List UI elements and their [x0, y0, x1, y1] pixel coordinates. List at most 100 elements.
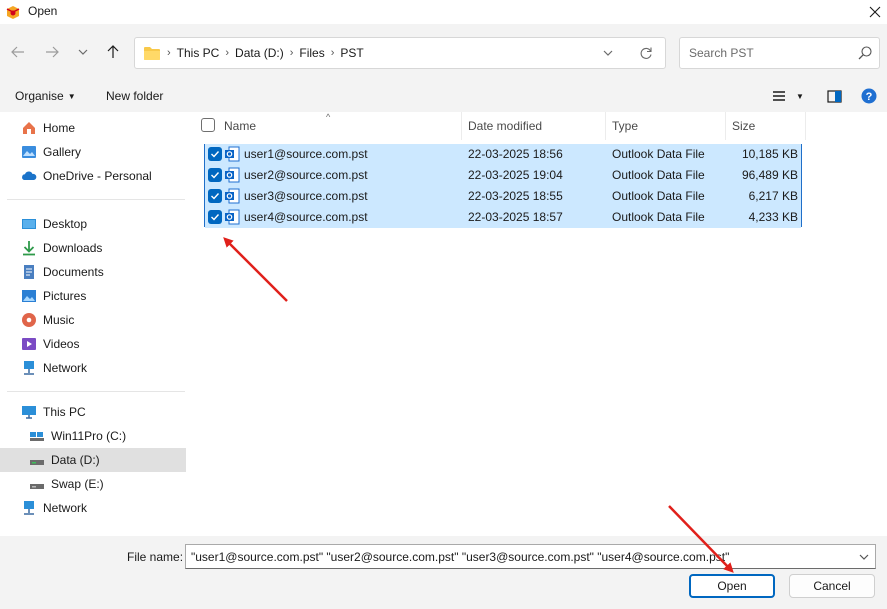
- sidebar-item-network[interactable]: Network: [21, 496, 207, 520]
- checkmark-icon: [211, 214, 220, 221]
- refresh-button[interactable]: [637, 44, 655, 62]
- outlook-file-icon: [225, 188, 240, 204]
- breadcrumb-files[interactable]: Files: [299, 46, 324, 60]
- file-row[interactable]: user1@source.com.pst 22-03-2025 18:56 Ou…: [205, 144, 801, 165]
- column-header-date[interactable]: Date modified: [468, 112, 542, 140]
- column-divider[interactable]: [605, 112, 606, 140]
- view-dropdown-button[interactable]: ▼: [791, 87, 809, 105]
- sidebar-item-pictures[interactable]: Pictures: [21, 284, 207, 308]
- open-button[interactable]: Open: [689, 574, 775, 598]
- close-button[interactable]: [863, 0, 887, 24]
- address-bar[interactable]: › This PC › Data (D:) › Files › PST: [134, 37, 666, 69]
- breadcrumb-this-pc[interactable]: This PC: [177, 46, 220, 60]
- chevron-right-icon: ›: [330, 47, 335, 59]
- select-all-checkbox[interactable]: [201, 118, 215, 132]
- drive-icon: [29, 476, 45, 492]
- gallery-icon: [21, 144, 37, 160]
- sidebar-item-videos[interactable]: Videos: [21, 332, 207, 356]
- filename-input[interactable]: [188, 547, 848, 567]
- file-date: 22-03-2025 19:04: [468, 168, 563, 182]
- sidebar-item-this-pc[interactable]: This PC: [21, 400, 207, 424]
- row-checkbox[interactable]: [208, 147, 222, 161]
- home-icon: [21, 120, 37, 136]
- checkmark-icon: [211, 193, 220, 200]
- new-folder-button[interactable]: New folder: [106, 89, 163, 103]
- network-icon: [21, 360, 37, 376]
- sidebar-divider: [7, 391, 185, 392]
- sidebar-item-win11pro[interactable]: Win11Pro (C:): [29, 424, 186, 448]
- forward-button[interactable]: [40, 40, 64, 64]
- chevron-right-icon: ›: [167, 47, 171, 59]
- file-size: 4,233 KB: [748, 210, 798, 224]
- sidebar-item-onedrive[interactable]: OneDrive - Personal: [21, 164, 207, 188]
- search-box[interactable]: [679, 37, 880, 69]
- close-icon: [869, 6, 881, 18]
- music-icon: [21, 312, 37, 328]
- recent-locations-button[interactable]: [71, 40, 95, 64]
- file-size: 10,185 KB: [741, 147, 798, 161]
- row-checkbox[interactable]: [208, 168, 222, 182]
- outlook-file-icon: [225, 167, 240, 183]
- documents-icon: [21, 264, 37, 280]
- desktop-icon: [21, 216, 37, 232]
- address-history-button[interactable]: [599, 44, 617, 62]
- back-button[interactable]: [6, 40, 30, 64]
- navigation-pane: Home Gallery OneDrive - Personal Desktop…: [0, 112, 200, 536]
- search-input[interactable]: [681, 39, 851, 67]
- cancel-button[interactable]: Cancel: [789, 574, 875, 598]
- row-checkbox[interactable]: [208, 210, 222, 224]
- column-size-label: Size: [732, 119, 756, 133]
- file-date: 22-03-2025 18:55: [468, 189, 563, 203]
- column-divider[interactable]: [461, 112, 462, 140]
- help-button[interactable]: ?: [860, 87, 878, 105]
- column-date-label: Date modified: [468, 119, 543, 133]
- chevron-down-icon: [78, 49, 88, 55]
- sidebar-item-label: Gallery: [43, 145, 82, 159]
- sidebar-item-network-pinned[interactable]: Network: [21, 356, 207, 380]
- file-name: user3@source.com.pst: [244, 189, 368, 203]
- file-list: ^ Name Date modified Type Size user1@sou…: [190, 112, 887, 536]
- column-header-name[interactable]: Name: [224, 112, 256, 140]
- checkmark-icon: [211, 151, 220, 158]
- sidebar-item-music[interactable]: Music: [21, 308, 207, 332]
- breadcrumb-data-drive[interactable]: Data (D:): [235, 46, 284, 60]
- row-checkbox[interactable]: [208, 189, 222, 203]
- column-header-size[interactable]: Size: [732, 112, 755, 140]
- breadcrumb: › This PC › Data (D:) › Files › PST: [167, 46, 364, 60]
- sidebar-divider: [7, 199, 185, 200]
- preview-pane-button[interactable]: [825, 87, 843, 105]
- drive-icon: [29, 452, 45, 468]
- command-bar: Organise ▼ New folder ▼ ?: [0, 80, 887, 112]
- file-row[interactable]: user3@source.com.pst 22-03-2025 18:55 Ou…: [205, 186, 801, 207]
- filename-dropdown-button[interactable]: [856, 549, 872, 565]
- filename-combobox[interactable]: [185, 544, 876, 569]
- file-row[interactable]: user2@source.com.pst 22-03-2025 19:04 Ou…: [205, 165, 801, 186]
- column-divider[interactable]: [725, 112, 726, 140]
- dialog-footer: File name: Open Cancel: [0, 536, 887, 609]
- sidebar-item-downloads[interactable]: Downloads: [21, 236, 207, 260]
- file-size: 96,489 KB: [741, 168, 798, 182]
- breadcrumb-pst[interactable]: PST: [340, 46, 363, 60]
- sidebar-item-label: OneDrive - Personal: [43, 169, 152, 183]
- sidebar-item-documents[interactable]: Documents: [21, 260, 207, 284]
- sidebar-item-swap-drive[interactable]: Swap (E:): [29, 472, 186, 496]
- up-button[interactable]: [101, 40, 125, 64]
- sidebar-item-desktop[interactable]: Desktop: [21, 212, 207, 236]
- sidebar-item-label: Pictures: [43, 289, 87, 303]
- column-divider[interactable]: [805, 112, 806, 140]
- search-icon[interactable]: [857, 45, 873, 61]
- sidebar-item-home[interactable]: Home: [21, 116, 207, 140]
- new-folder-label: New folder: [106, 89, 164, 103]
- network-icon: [21, 500, 37, 516]
- file-row[interactable]: user4@source.com.pst 22-03-2025 18:57 Ou…: [205, 207, 801, 228]
- file-type: Outlook Data File: [612, 189, 705, 203]
- organise-menu[interactable]: Organise ▼: [15, 89, 76, 103]
- sidebar-item-gallery[interactable]: Gallery: [21, 140, 207, 164]
- checkmark-icon: [211, 172, 220, 179]
- sidebar-item-data-drive[interactable]: Data (D:): [0, 448, 186, 472]
- arrow-left-icon: [11, 46, 24, 58]
- chevron-down-icon: [859, 554, 869, 560]
- view-options-button[interactable]: [770, 87, 788, 105]
- column-header-type[interactable]: Type: [612, 112, 638, 140]
- sidebar-item-label: Downloads: [43, 241, 103, 255]
